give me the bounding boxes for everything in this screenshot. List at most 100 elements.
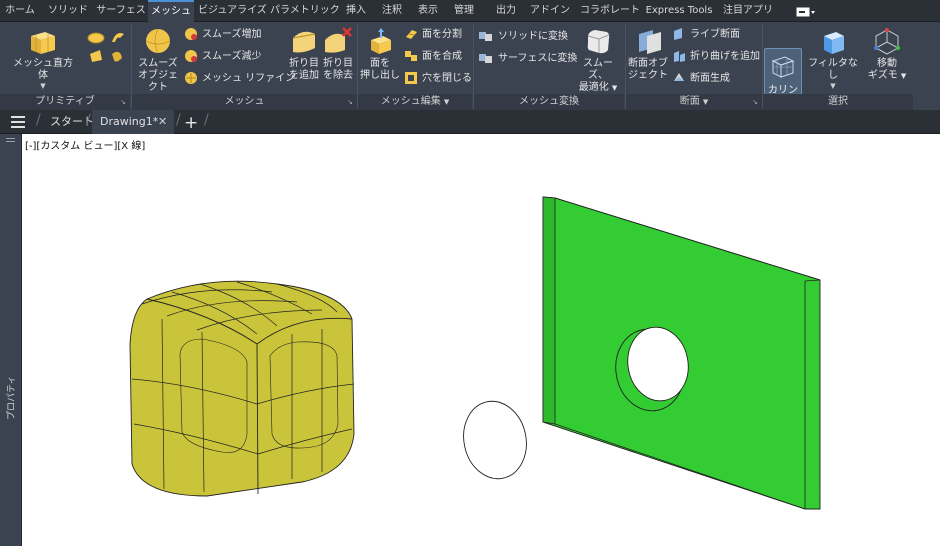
tab-output[interactable]: 出力 <box>492 0 520 22</box>
primitive-panel-label: プリミティブ <box>0 94 130 110</box>
circle-outline[interactable] <box>457 395 534 484</box>
close-hole-button[interactable]: 穴を閉じる <box>404 70 472 88</box>
smooth-mesh-box[interactable] <box>129 280 355 497</box>
section-plane-button[interactable]: 断面オブ ジェクト <box>626 26 670 82</box>
live-section-icon <box>674 28 682 40</box>
properties-palette-label: プロパティ <box>7 375 17 420</box>
split-face-button[interactable]: 面を分割 <box>404 26 462 44</box>
move-gizmo-label-2: ギズモ <box>867 70 898 81</box>
mesh-box-icon <box>31 32 55 54</box>
convert-to-surface-button[interactable]: サーフェスに変換 <box>478 50 577 68</box>
drawing-viewport[interactable]: [-][カスタム ビュー][X 線] <box>22 134 940 546</box>
chevron-down-icon: ▼ <box>702 98 709 106</box>
merge-face-icon <box>405 51 417 61</box>
generate-section-icon <box>674 73 684 81</box>
tab-separator: / <box>204 112 209 128</box>
tab-featured-apps[interactable]: 注目アプリ <box>720 0 776 22</box>
add-crease-icon <box>292 31 316 53</box>
drawing-tab[interactable]: Drawing1* ✕ <box>92 110 174 134</box>
convert-to-solid-button[interactable]: ソリッドに変換 <box>478 28 568 46</box>
ribbon: メッシュ直方体 ▼ プリミティブ ↘ スムーズ オブジェクト スムーズ増加 スム… <box>0 22 940 111</box>
remove-crease-button[interactable]: 折り目 を除去 <box>320 26 356 82</box>
smooth-object-button[interactable]: スムーズ オブジェクト <box>134 26 182 94</box>
ribbon-tab-bar: ホーム ソリッド サーフェス メッシュ ビジュアライズ パラメトリック 挿入 注… <box>0 0 940 22</box>
tab-separator: / <box>36 112 41 128</box>
ribbon-state-toggle[interactable] <box>796 7 818 17</box>
smooth-less-button[interactable]: スムーズ減少 <box>184 48 262 66</box>
add-jog-label: 折り曲げを追加 <box>690 51 760 62</box>
move-gizmo-button[interactable]: 移動 ギズモ ▼ <box>864 26 910 82</box>
grip-icon[interactable] <box>6 138 15 142</box>
chevron-down-icon: ▼ <box>611 84 618 92</box>
live-section-button[interactable]: ライブ断面 <box>672 26 740 44</box>
section-plane-icon <box>639 30 661 54</box>
add-jog-button[interactable]: 折り曲げを追加 <box>672 48 760 66</box>
convert-to-solid-icon <box>479 32 492 41</box>
refine-mesh-button[interactable]: メッシュ リファイン <box>184 70 295 88</box>
tab-collaborate[interactable]: コラボレート <box>580 0 640 22</box>
expand-arrow-icon[interactable]: ↘ <box>752 98 758 106</box>
expand-arrow-icon[interactable]: ↘ <box>120 98 126 106</box>
mesh-edit-panel-label[interactable]: メッシュ編集 ▼ <box>358 94 472 110</box>
convert-mesh-panel-label: メッシュ変換 <box>474 94 624 110</box>
smooth-optimized-label: スムーズ、 <box>583 58 613 81</box>
tab-solid[interactable]: ソリッド <box>44 0 92 22</box>
close-hole-label: 穴を閉じる <box>422 73 472 84</box>
section-plane-label-2: ジェクト <box>628 70 668 81</box>
convert-to-surface-label: サーフェスに変換 <box>498 53 578 64</box>
tab-addins[interactable]: アドイン <box>528 0 572 22</box>
extrude-face-button[interactable]: 面を 押し出し <box>360 26 400 82</box>
properties-palette-strip[interactable]: プロパティ <box>0 134 22 546</box>
chevron-down-icon: ▼ <box>443 98 450 106</box>
tab-manage[interactable]: 管理 <box>450 0 478 22</box>
tab-parametric[interactable]: パラメトリック <box>270 0 340 22</box>
tab-insert[interactable]: 挿入 <box>342 0 370 22</box>
primitive-shape-grid <box>86 28 128 82</box>
document-tab-bar: / スタート / Drawing1* ✕ / + / <box>0 110 940 134</box>
chevron-down-icon: ▼ <box>900 72 907 80</box>
tab-express-tools[interactable]: Express Tools <box>644 0 714 22</box>
hamburger-menu-icon[interactable] <box>10 115 26 129</box>
expand-arrow-icon[interactable]: ↘ <box>347 98 353 106</box>
section-panel-label[interactable]: 断面 ▼ <box>626 94 762 110</box>
close-hole-icon <box>405 72 417 84</box>
convert-to-surface-icon <box>479 54 492 63</box>
mesh-box-button[interactable]: メッシュ直方体 ▼ <box>10 26 76 90</box>
remove-crease-label: 折り目 <box>323 58 353 69</box>
tab-mesh[interactable]: メッシュ <box>148 0 194 22</box>
tab-visualize[interactable]: ビジュアライズ <box>198 0 267 22</box>
tab-surface[interactable]: サーフェス <box>96 0 146 22</box>
live-section-label: ライブ断面 <box>690 29 740 40</box>
smooth-more-label: スムーズ増加 <box>202 29 262 40</box>
merge-face-button[interactable]: 面を合成 <box>404 48 462 66</box>
add-crease-label-2: を追加 <box>289 70 319 81</box>
primitive-shapes-icon[interactable] <box>86 28 128 82</box>
refine-mesh-icon <box>185 72 197 84</box>
no-filter-label: フィルタなし <box>808 58 858 81</box>
smooth-optimized-icon <box>587 30 610 54</box>
add-crease-button[interactable]: 折り目 を追加 <box>286 26 322 82</box>
section-plane-label: 断面オブ <box>628 58 668 69</box>
panel-toggle-icon <box>796 7 815 17</box>
tab-home[interactable]: ホーム <box>2 0 38 22</box>
split-face-icon <box>406 30 417 39</box>
mesh-panel-label: メッシュ <box>132 94 357 110</box>
close-icon[interactable]: ✕ <box>158 110 167 134</box>
tab-annotate[interactable]: 注釈 <box>378 0 406 22</box>
chevron-down-icon: ▼ <box>830 82 836 90</box>
no-filter-button[interactable]: フィルタなし ▼ <box>804 26 862 90</box>
move-gizmo-label: 移動 <box>877 58 897 69</box>
merge-face-label: 面を合成 <box>422 51 462 62</box>
no-filter-icon <box>824 32 844 54</box>
generate-section-button[interactable]: 断面生成 <box>672 70 730 88</box>
smooth-optimized-button[interactable]: スムーズ、 最適化 ▼ <box>574 26 622 94</box>
smooth-object-label-2: オブジェクト <box>138 70 178 93</box>
extrude-face-label-2: 押し出し <box>360 70 400 81</box>
new-tab-plus-icon[interactable]: + <box>184 113 198 133</box>
smooth-more-button[interactable]: スムーズ増加 <box>184 26 262 44</box>
green-plate-solid[interactable] <box>542 196 821 510</box>
remove-crease-label-2: を除去 <box>323 70 353 81</box>
smooth-less-icon <box>185 50 197 62</box>
viewport-controls-label[interactable]: [-][カスタム ビュー][X 線] <box>25 137 145 152</box>
tab-view[interactable]: 表示 <box>414 0 442 22</box>
